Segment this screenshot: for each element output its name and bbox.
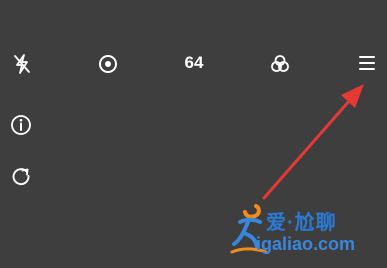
watermark-chinese-text: 爱·尬聊 <box>266 212 337 234</box>
watermark-logo: 爱·尬聊 igaliao.com <box>226 196 386 264</box>
watermark-url-text: igaliao.com <box>256 234 356 254</box>
